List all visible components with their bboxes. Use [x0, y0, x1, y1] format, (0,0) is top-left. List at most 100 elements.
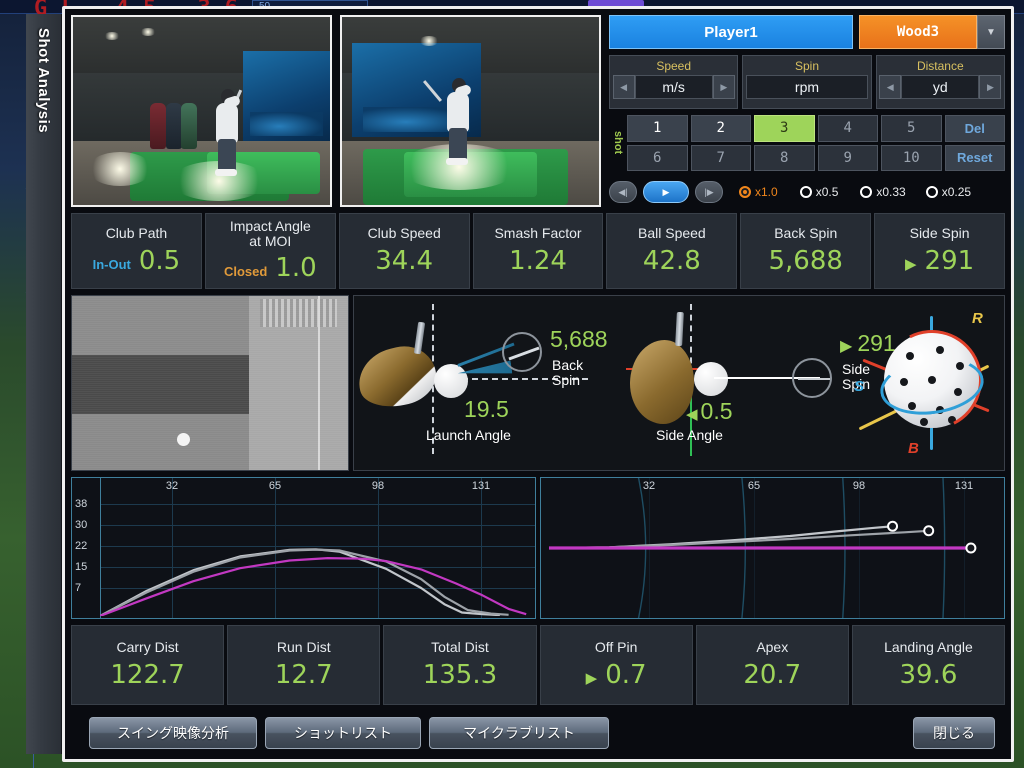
spin-axis-ball-diagram: R S B [854, 310, 994, 460]
axis-label-r: R [972, 310, 983, 327]
metric-qualifier: Closed [224, 264, 267, 279]
metric-value: 12.7 [275, 660, 333, 690]
side-angle-readout: ◀ 0.5 [686, 398, 733, 425]
metric-title: Club Speed [368, 226, 441, 241]
metric-title: Club Path [106, 226, 167, 241]
y-tick-label: 7 [75, 582, 81, 594]
reset-shots-button[interactable]: Reset [945, 145, 1006, 172]
side-tab-label: Shot Analysis [35, 28, 52, 133]
club-select-button[interactable]: Wood3 [859, 15, 977, 49]
metric-qualifier: In-Out [93, 257, 131, 272]
shot-button-2[interactable]: 2 [691, 115, 752, 142]
unit-label: Distance [917, 59, 964, 73]
shot-button-6[interactable]: 6 [627, 145, 688, 172]
shot-button-8[interactable]: 8 [754, 145, 815, 172]
metric-value: 291 [925, 246, 975, 276]
metric-title: Smash Factor [494, 226, 581, 241]
metric-club-speed: Club Speed 34.4 [339, 213, 470, 289]
radio-icon [860, 186, 872, 198]
metric-title: Impact Angle at MOI [230, 219, 311, 250]
shot-analysis-side-tab[interactable]: Shot Analysis [26, 14, 62, 754]
distance-metrics-row: Carry Dist 122.7 Run Dist 12.7 Total Dis… [71, 625, 1005, 705]
golf-ball-top [694, 362, 728, 396]
club-select: Wood3 ▼ [859, 15, 1005, 49]
swing-video-analysis-button[interactable]: スイング映像分析 [89, 717, 257, 749]
side-view-trajectory-chart[interactable]: 32 65 98 131 38 30 22 15 7 [71, 477, 536, 619]
step-forward-icon[interactable]: |▶ [695, 181, 723, 203]
metric-landing-angle: Landing Angle 39.6 [852, 625, 1005, 705]
side-angle-label: Side Angle [656, 428, 723, 443]
club-shaft [414, 322, 425, 355]
metric-title: Carry Dist [116, 640, 178, 655]
speed-option-x033[interactable]: x0.33 [860, 185, 905, 199]
metric-value: 135.3 [423, 660, 497, 690]
shot-analysis-dialog: Player1 Wood3 ▼ Speed ◀ m/s ▶ Spin [62, 6, 1014, 762]
speed-option-x1[interactable]: x1.0 [739, 185, 778, 199]
player-select-button[interactable]: Player1 [609, 15, 853, 49]
side-angle-value: 0.5 [701, 398, 733, 425]
delete-shot-button[interactable]: Del [945, 115, 1006, 142]
shot-button-3[interactable]: 3 [754, 115, 815, 142]
direction-right-icon: ▶ [905, 255, 917, 273]
side-spin-ring-icon [792, 358, 832, 398]
metric-carry-dist: Carry Dist 122.7 [71, 625, 224, 705]
metric-value: 5,688 [769, 246, 843, 276]
y-tick-label: 22 [75, 540, 87, 552]
shot-controls-panel: Player1 Wood3 ▼ Speed ◀ m/s ▶ Spin [609, 15, 1005, 207]
shot-button-1[interactable]: 1 [627, 115, 688, 142]
impact-camera-frame[interactable] [71, 295, 349, 471]
speed-label: x0.33 [876, 185, 905, 199]
driver-head-top [630, 340, 694, 424]
x-tick-label: 131 [472, 480, 490, 492]
unit-spin: Spin rpm [742, 55, 871, 109]
step-back-icon[interactable]: ◀| [609, 181, 637, 203]
metric-value: 1.0 [275, 253, 316, 283]
unit-value[interactable]: m/s [635, 75, 713, 99]
shot-button-9[interactable]: 9 [818, 145, 879, 172]
unit-selectors: Speed ◀ m/s ▶ Spin rpm Distance [609, 55, 1005, 109]
unit-label: Spin [795, 59, 819, 73]
shot-button-4[interactable]: 4 [818, 115, 879, 142]
swing-video-side[interactable] [71, 15, 332, 207]
speed-option-x05[interactable]: x0.5 [800, 185, 839, 199]
unit-value[interactable]: rpm [746, 75, 868, 99]
speed-label: x0.25 [942, 185, 971, 199]
metric-value: 39.6 [900, 660, 958, 690]
direction-right-icon: ▶ [586, 669, 598, 687]
metric-title: Back Spin [774, 226, 837, 241]
metric-value: 1.24 [509, 246, 567, 276]
shot-list-button[interactable]: ショットリスト [265, 717, 421, 749]
chevron-down-icon[interactable]: ▼ [977, 15, 1005, 49]
play-icon[interactable]: ▶ [643, 181, 689, 203]
chevron-left-icon[interactable]: ◀ [613, 75, 635, 99]
shot-button-5[interactable]: 5 [881, 115, 942, 142]
chevron-right-icon[interactable]: ▶ [713, 75, 735, 99]
direction-left-icon: ◀ [686, 405, 698, 423]
playback-controls: ◀| ▶ |▶ x1.0 x0.5 x0.33 x0.25 [609, 179, 1005, 205]
shot-button-10[interactable]: 10 [881, 145, 942, 172]
close-button[interactable]: 閉じる [913, 717, 995, 749]
metric-title: Run Dist [277, 640, 331, 655]
chevron-right-icon[interactable]: ▶ [979, 75, 1001, 99]
back-spin-ring-icon [502, 332, 542, 372]
swing-video-panel [71, 15, 601, 207]
shot-button-7[interactable]: 7 [691, 145, 752, 172]
metric-club-path: Club Path In-Out 0.5 [71, 213, 202, 289]
unit-distance: Distance ◀ yd ▶ [876, 55, 1005, 109]
unit-value[interactable]: yd [901, 75, 979, 99]
metric-ball-speed: Ball Speed 42.8 [606, 213, 737, 289]
unit-label: Speed [656, 59, 691, 73]
chevron-left-icon[interactable]: ◀ [879, 75, 901, 99]
swing-video-front[interactable] [340, 15, 601, 207]
side-trajectory-plot [100, 492, 532, 616]
radio-icon [739, 186, 751, 198]
top-trajectory-plot [549, 488, 995, 608]
metric-title: Side Spin [910, 226, 970, 241]
speed-option-x025[interactable]: x0.25 [926, 185, 971, 199]
launch-angle-label: Launch Angle [426, 428, 511, 443]
x-tick-label: 65 [269, 480, 281, 492]
top-view-trajectory-chart[interactable]: 32 65 98 131 [540, 477, 1005, 619]
direction-right-icon: ▶ [840, 336, 852, 356]
speed-label: x0.5 [816, 185, 839, 199]
my-club-list-button[interactable]: マイクラブリスト [429, 717, 609, 749]
